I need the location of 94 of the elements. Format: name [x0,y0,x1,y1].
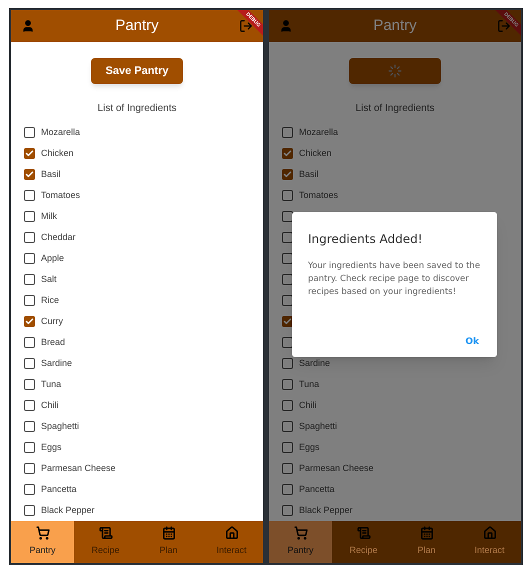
ingredient-label: Sardine [41,356,72,370]
ingredient-label: Mozarella [299,126,338,139]
checkbox[interactable] [24,379,35,390]
checkbox[interactable] [282,148,293,159]
ingredient-label: Chicken [41,146,74,160]
calendar-icon [420,526,434,540]
ingredient-label: Mozarella [41,126,80,139]
checkbox[interactable] [282,358,293,369]
cart-icon [36,526,50,540]
ingredient-label: Curry [41,314,63,328]
ingredient-label: Spaghetti [299,420,338,433]
checkbox[interactable] [282,127,293,138]
checkbox[interactable] [24,295,35,306]
scroll-icon [356,526,370,540]
checkbox[interactable] [24,169,35,180]
app-title: Pantry [115,16,159,36]
list-heading: List of Ingredients [356,102,434,116]
cart-icon [294,526,308,540]
ingredient-label: Chili [41,398,59,412]
ingredient-label: Cheddar [41,230,76,244]
ok-button[interactable]: Ok [463,336,481,349]
checkbox[interactable] [24,400,35,411]
scroll-icon [98,526,112,540]
loading-spinner-icon [388,64,402,78]
nav-tab[interactable]: Pantry [11,521,74,563]
house-icon [224,526,238,540]
checkbox[interactable] [282,484,293,495]
nav-tab[interactable]: Recipe [74,521,137,563]
check-icon [25,149,34,158]
profile-icon[interactable] [21,19,35,33]
ingredient-label: Milk [41,210,57,223]
ingredient-label: Basil [41,168,61,181]
ingredient-label: Chili [299,398,317,412]
ingredient-label: Chicken [299,146,332,160]
ingredient-label: Black Pepper [41,504,95,517]
nav-tab[interactable]: Recipe [332,521,395,563]
ingredient-label: Pancetta [299,482,335,496]
app-title: Pantry [373,16,417,36]
nav-tab[interactable]: Interact [458,521,521,563]
checkbox[interactable] [24,337,35,348]
nav-tab[interactable]: Interact [200,521,263,563]
nav-tab[interactable]: Plan [137,521,200,563]
ingredient-label: Tomatoes [41,188,80,202]
ingredient-label: Tomatoes [299,188,338,202]
calendar-icon [162,526,176,540]
nav-tab[interactable]: Plan [395,521,458,563]
check-icon [25,317,34,326]
checkbox[interactable] [282,190,293,201]
checkbox[interactable] [282,463,293,474]
checkbox[interactable] [24,442,35,453]
check-icon [25,170,34,179]
ingredient-label: Spaghetti [41,420,80,433]
checkbox[interactable] [24,358,35,369]
ingredient-label: Tuna [299,378,320,391]
checkbox[interactable] [24,190,35,201]
checkbox[interactable] [24,274,35,285]
check-icon [283,149,292,158]
checkbox[interactable] [24,316,35,327]
checkbox[interactable] [282,505,293,516]
ingredient-label: Basil [299,168,319,181]
ingredient-label: Black Pepper [299,504,353,517]
ingredient-label: Eggs [41,440,62,454]
checkbox[interactable] [282,442,293,453]
ingredient-label: Parmesan Cheese [299,462,374,475]
ingredient-label: Sardine [299,356,330,370]
ingredient-label: Rice [41,294,60,307]
checkbox[interactable] [24,463,35,474]
list-heading: List of Ingredients [98,102,176,116]
ingredient-label: Parmesan Cheese [41,462,116,475]
checkbox[interactable] [24,232,35,243]
checkbox[interactable] [24,148,35,159]
ingredient-label: Bread [41,336,66,349]
check-icon [283,170,292,179]
checkbox[interactable] [282,400,293,411]
checkbox[interactable] [24,421,35,432]
ingredient-label: Tuna [41,378,62,391]
checkbox[interactable] [282,169,293,180]
save-pantry-button[interactable]: Save Pantry [91,58,183,84]
checkbox[interactable] [282,316,293,327]
nav-tab[interactable]: Pantry [269,521,332,563]
dialog-message: Your ingredients have been saved to the pantry. Check recipe page to discover recipes based on your ingredients! [308,260,481,299]
checkbox[interactable] [24,505,35,516]
checkbox[interactable] [24,127,35,138]
checkbox[interactable] [24,211,35,222]
ingredient-label: Pancetta [41,482,77,496]
ingredient-label: Salt [41,272,57,286]
checkbox[interactable] [282,421,293,432]
checkbox[interactable] [282,379,293,390]
house-icon [482,526,496,540]
dialog-title: Ingredients Added! [308,231,424,248]
ingredient-label: Apple [41,252,64,265]
checkbox[interactable] [24,253,35,264]
checkbox[interactable] [24,484,35,495]
ingredient-label: Eggs [299,440,320,454]
